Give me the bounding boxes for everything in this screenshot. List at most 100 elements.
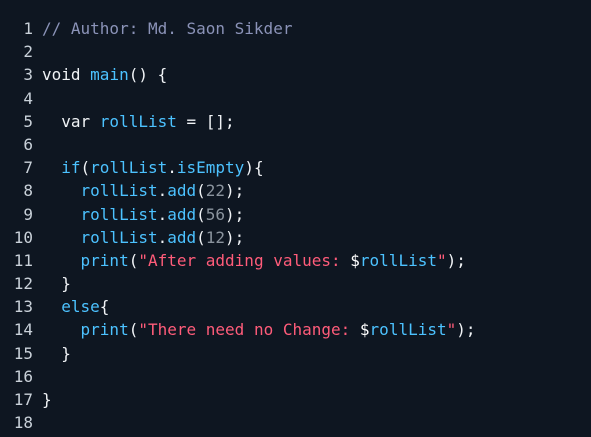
line-number: 2 (23, 42, 33, 62)
code-token: $ (350, 250, 360, 270)
code-line[interactable]: 1 // Author: Md. Saon Sikder (0, 17, 591, 40)
line-number: 1 (23, 19, 33, 38)
code-text[interactable]: else{ (33, 295, 109, 318)
code-line[interactable]: 2 (0, 40, 591, 63)
code-token: . (157, 181, 168, 201)
line-number: 14 (13, 320, 33, 340)
code-line[interactable]: 7 if(rollList.isEmpty){ (0, 156, 591, 179)
line-number: 5 (23, 111, 33, 131)
code-token: print (80, 250, 129, 270)
line-number: 12 (13, 274, 33, 294)
code-token: $ (359, 320, 370, 340)
code-token: " (436, 250, 447, 270)
code-token: ); (446, 250, 466, 270)
line-number: 4 (23, 88, 33, 108)
code-text[interactable]: } (33, 342, 71, 365)
line-number: 18 (13, 413, 33, 433)
code-line[interactable]: 4 (0, 87, 591, 110)
code-line[interactable]: 18 (0, 411, 591, 434)
code-token: else (42, 297, 100, 317)
code-text[interactable]: rollList.add(12); (33, 226, 245, 249)
code-line[interactable]: 15 } (0, 342, 591, 365)
line-number: 17 (13, 390, 33, 409)
line-number: 16 (13, 366, 33, 386)
code-text[interactable] (33, 87, 42, 110)
code-token: if (42, 158, 81, 178)
code-line[interactable]: 11 print("After adding values: $rollList… (0, 249, 591, 272)
code-token: ( (80, 158, 91, 178)
code-token: rollList (80, 227, 158, 247)
code-token: void (42, 65, 91, 85)
code-line[interactable]: 8 rollList.add(22); (0, 179, 591, 202)
code-text[interactable]: } (33, 272, 71, 295)
code-line[interactable]: 17} (0, 388, 591, 411)
code-token: . (157, 204, 168, 224)
code-token: { (99, 297, 110, 317)
code-line[interactable]: 3 void main() { (0, 63, 591, 86)
code-line[interactable]: 10 rollList.add(12); (0, 226, 591, 249)
code-token: ); (225, 227, 245, 247)
code-token: print (80, 320, 129, 340)
line-number: 15 (13, 343, 33, 363)
code-token: rollList (369, 320, 447, 340)
code-token: 56 (205, 204, 226, 224)
code-editor[interactable]: 1// Author: Md. Saon Sikder 2 3 void main()… (0, 0, 591, 437)
code-token: () { (128, 65, 168, 85)
code-text[interactable]: // Author: Md. Saon Sikder (33, 17, 292, 40)
code-token: rollList (90, 158, 168, 178)
code-token: 12 (205, 227, 226, 247)
code-text[interactable]: print("After adding values: $rollList"); (33, 249, 466, 272)
code-token: . (167, 158, 177, 178)
code-token: ( (196, 227, 206, 247)
code-text[interactable]: if(rollList.isEmpty){ (33, 156, 264, 179)
code-line[interactable]: 16 (0, 365, 591, 388)
code-token: " (446, 320, 457, 340)
code-token: add (167, 181, 197, 201)
code-token: add (167, 204, 197, 224)
line-number: 11 (13, 250, 33, 270)
code-token: ){ (244, 158, 264, 178)
code-text[interactable] (33, 365, 42, 388)
code-text[interactable] (33, 411, 42, 434)
line-number: 8 (23, 181, 33, 201)
code-text[interactable] (33, 133, 42, 156)
line-number: 7 (23, 158, 33, 178)
code-token: "After adding values: (138, 250, 351, 270)
code-token: ); (225, 204, 245, 224)
line-number: 13 (13, 297, 33, 317)
code-token: rollList (99, 111, 177, 131)
code-token: ( (128, 250, 139, 270)
code-line[interactable]: 14 print("There need no Change: $rollLis… (0, 318, 591, 341)
code-token: } (42, 343, 71, 363)
code-token: rollList (80, 181, 158, 201)
code-token: // Author: Md. Saon Sikder (42, 19, 293, 38)
code-line[interactable]: 6 (0, 133, 591, 156)
code-text[interactable]: rollList.add(56); (33, 203, 245, 226)
code-token: } (42, 390, 52, 409)
code-token: var (42, 111, 100, 131)
line-number: 3 (23, 65, 33, 85)
code-line[interactable]: 9 rollList.add(56); (0, 203, 591, 226)
code-token: ( (196, 204, 206, 224)
code-token: add (167, 227, 197, 247)
code-token: ); (225, 181, 245, 201)
code-token: isEmpty (176, 158, 245, 178)
code-token: rollList (80, 204, 158, 224)
code-line[interactable]: 5 var rollList = []; (0, 110, 591, 133)
code-text[interactable]: rollList.add(22); (33, 179, 245, 202)
code-line[interactable]: 13 else{ (0, 295, 591, 318)
code-text[interactable]: } (33, 388, 52, 411)
code-text[interactable]: void main() { (33, 63, 167, 86)
code-token: main (90, 65, 129, 85)
code-token: ( (128, 320, 139, 340)
code-text[interactable]: var rollList = []; (33, 110, 234, 133)
code-text[interactable] (33, 40, 42, 63)
line-number: 10 (13, 227, 33, 247)
code-token: "There need no Change: (138, 320, 360, 340)
code-line[interactable]: 12 } (0, 272, 591, 295)
code-text[interactable]: print("There need no Change: $rollList")… (33, 318, 476, 341)
